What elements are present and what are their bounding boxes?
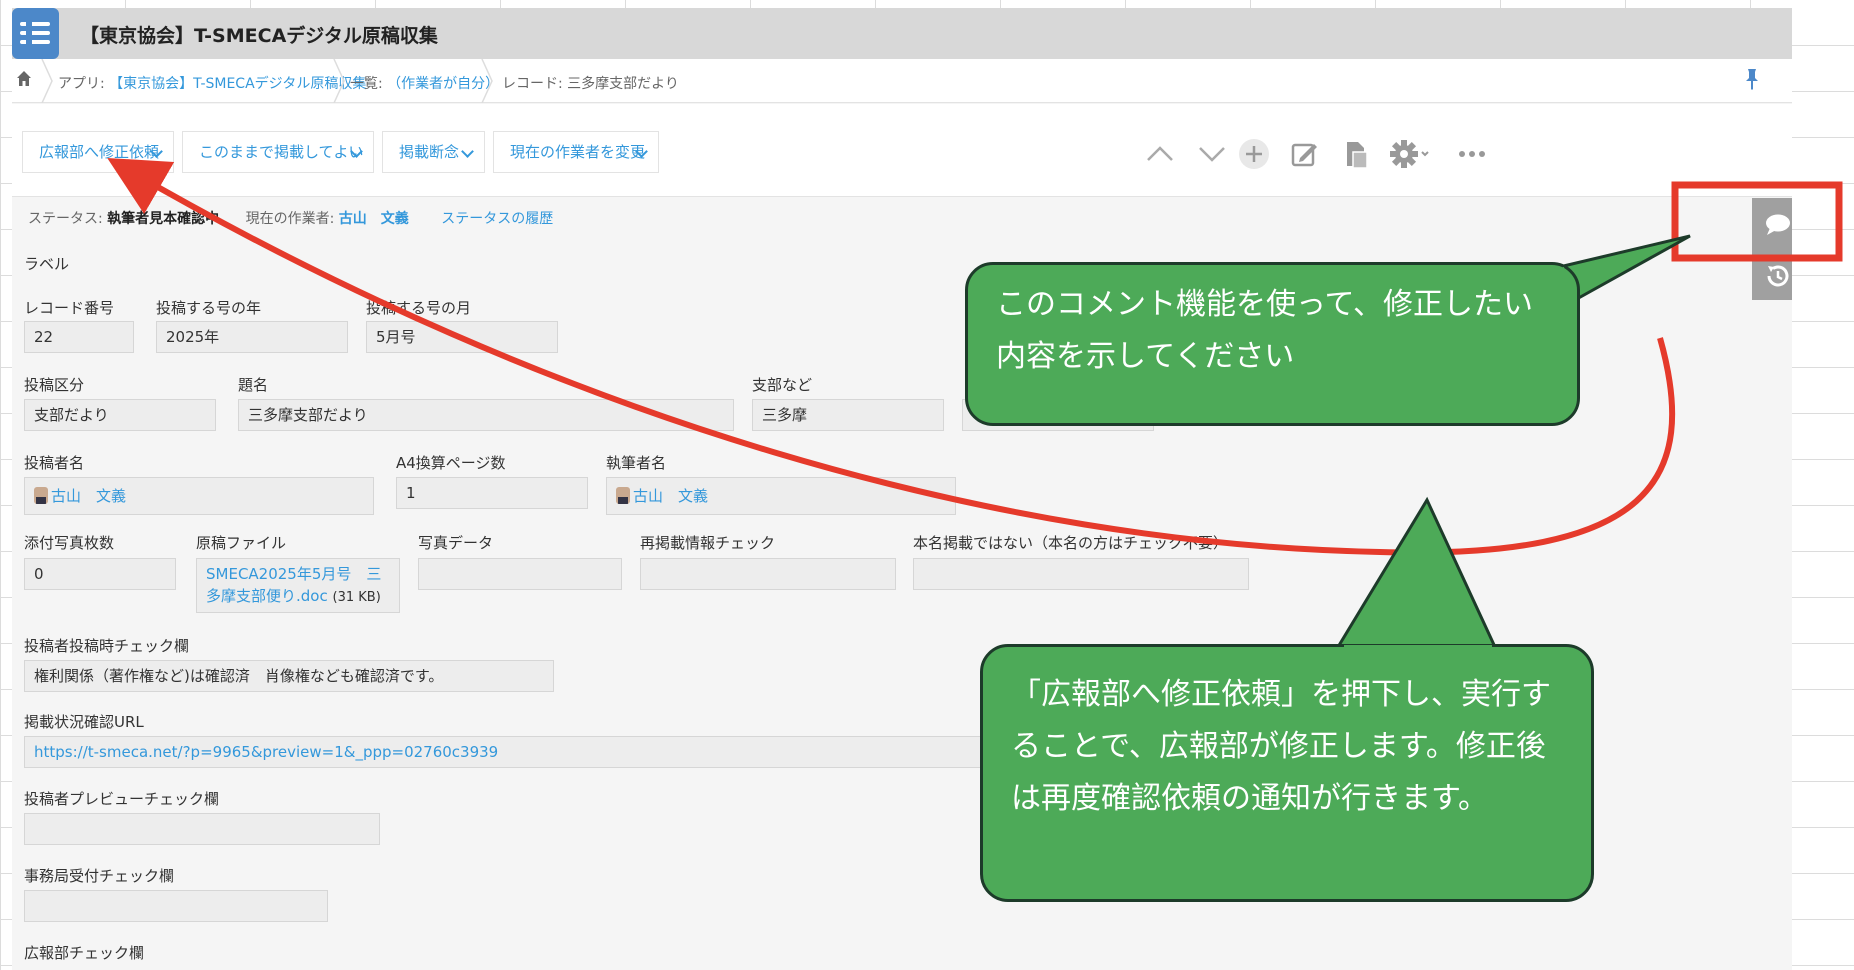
approve-publish-button[interactable]: このままで掲載してよい <box>182 131 374 173</box>
preview-url-link[interactable]: https://t-smeca.net/?p=9965&preview=1&_p… <box>34 743 498 761</box>
category-value: 支部だより <box>24 399 216 431</box>
settings-gear-icon[interactable] <box>1384 134 1440 174</box>
status-history-link[interactable]: ステータスの履歴 <box>441 211 553 227</box>
manuscript-label: 原稿ファイル <box>196 534 287 552</box>
issue-year-label: 投稿する号の年 <box>156 299 262 317</box>
url-value: https://t-smeca.net/?p=9965&preview=1&_p… <box>24 736 1044 768</box>
app-list-icon[interactable] <box>12 8 59 59</box>
office-check-value <box>24 890 328 922</box>
history-icon[interactable] <box>1764 262 1792 290</box>
duplicate-icon[interactable] <box>1336 134 1376 174</box>
record-toolbar: 広報部へ修正依頼 このままで掲載してよい 掲載断念 現在の作業者を変更 <box>12 104 1792 197</box>
edit-icon[interactable] <box>1284 134 1324 174</box>
request-callout: 「広報部へ修正依頼」を押下し、実行することで、広報部が修正します。修正後は再度確… <box>980 644 1594 902</box>
branch-label: 支部など <box>752 376 813 394</box>
repost-check-label: 再掲載情報チェック <box>640 534 776 552</box>
title-value: 三多摩支部だより <box>238 399 734 431</box>
title-bar: 【東京協会】T-SMECAデジタル原稿収集 <box>12 8 1792 59</box>
office-check-label: 事務局受付チェック欄 <box>24 867 175 885</box>
change-assignee-button[interactable]: 現在の作業者を変更 <box>493 131 659 173</box>
breadcrumb-record: レコード: 三多摩支部だより <box>502 76 679 92</box>
comment-icon[interactable] <box>1764 212 1792 238</box>
author-value: 古山 文義 <box>606 477 956 515</box>
manuscript-file-link-2[interactable]: 多摩支部便り.doc <box>206 587 328 605</box>
author-label: 執筆者名 <box>606 454 667 472</box>
poster-user-link[interactable]: 古山 文義 <box>51 487 126 505</box>
poster-check-label: 投稿者投稿時チェック欄 <box>24 637 190 655</box>
title-label: 題名 <box>238 376 269 394</box>
request-fix-button[interactable]: 広報部へ修正依頼 <box>22 131 174 173</box>
side-panel <box>1752 198 1792 300</box>
home-icon[interactable] <box>16 70 32 88</box>
breadcrumb: アプリ: 【東京協会】T-SMECAデジタル原稿収集 一覧: （作業者が自分） … <box>12 59 1792 103</box>
repost-check-value <box>640 558 896 590</box>
app-title: 【東京協会】T-SMECAデジタル原稿収集 <box>80 25 438 47</box>
poster-check-value: 権利関係（著作権など)は確認済 肖像権なども確認済です。 <box>24 660 554 692</box>
issue-month-label: 投稿する号の月 <box>366 299 472 317</box>
abandon-button[interactable]: 掲載断念 <box>382 131 485 173</box>
user-avatar-icon <box>616 487 630 504</box>
author-user-link[interactable]: 古山 文義 <box>633 487 708 505</box>
pr-check-label: 広報部チェック欄 <box>24 944 145 962</box>
manuscript-file: SMECA2025年5月号 三 多摩支部便り.doc (31 KB) <box>196 558 400 613</box>
status-value: 執筆者見本確認中 <box>107 211 220 227</box>
issue-year-value: 2025年 <box>156 321 348 353</box>
label-heading: ラベル <box>24 255 70 273</box>
previous-record-icon[interactable] <box>1140 134 1180 174</box>
pseudonym-label: 本名掲載ではない（本名の方はチェック不要） <box>913 534 1229 552</box>
preview-check-value <box>24 813 380 845</box>
file-size: (31 KB) <box>332 590 381 605</box>
branch-value: 三多摩 <box>752 399 944 431</box>
photo-count-value: 0 <box>24 558 176 590</box>
comment-callout: このコメント機能を使って、修正したい内容を示してください <box>965 262 1580 426</box>
pin-icon[interactable] <box>1744 67 1760 91</box>
pseudonym-value <box>913 558 1249 590</box>
photo-data-value <box>418 558 622 590</box>
record-no-label: レコード番号 <box>24 299 115 317</box>
manuscript-file-link[interactable]: SMECA2025年5月号 三 <box>206 563 399 585</box>
pages-value: 1 <box>396 477 588 509</box>
category-label: 投稿区分 <box>24 376 85 394</box>
breadcrumb-app[interactable]: アプリ: 【東京協会】T-SMECAデジタル原稿収集 <box>58 73 366 93</box>
user-avatar-icon <box>34 487 48 504</box>
photo-count-label: 添付写真枚数 <box>24 534 115 552</box>
poster-label: 投稿者名 <box>24 454 85 472</box>
poster-value: 古山 文義 <box>24 477 374 515</box>
photo-data-label: 写真データ <box>418 534 494 552</box>
status-line: ステータス: 執筆者見本確認中 現在の作業者: 古山 文義 ステータスの履歴 <box>28 211 554 227</box>
breadcrumb-view[interactable]: 一覧: （作業者が自分） <box>350 73 499 93</box>
preview-check-label: 投稿者プレビューチェック欄 <box>24 790 220 808</box>
record-no-value: 22 <box>24 321 134 353</box>
assignee-link[interactable]: 古山 文義 <box>339 211 409 227</box>
url-label: 掲載状況確認URL <box>24 713 144 731</box>
add-record-icon[interactable] <box>1234 134 1274 174</box>
next-record-icon[interactable] <box>1192 134 1232 174</box>
pages-label: A4換算ページ数 <box>396 454 506 472</box>
issue-month-value: 5月号 <box>366 321 558 353</box>
more-options-icon[interactable] <box>1452 134 1492 174</box>
